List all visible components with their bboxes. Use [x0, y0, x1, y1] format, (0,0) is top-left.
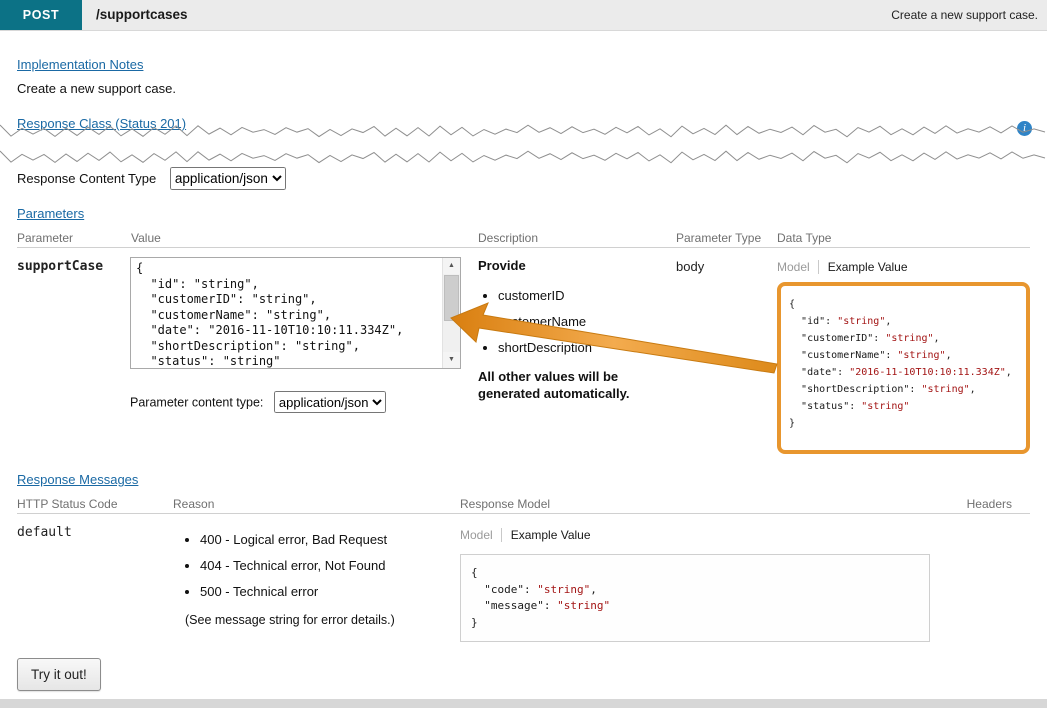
response-status-code: default: [17, 525, 72, 540]
example-value-snippet: { "id": "string", "customerID": "string"…: [777, 282, 1030, 454]
col-headers: Headers: [967, 497, 1012, 511]
parameter-body-textarea[interactable]: { "id": "string", "customerID": "string"…: [130, 257, 461, 369]
response-content-type-select[interactable]: application/json: [170, 167, 286, 190]
parameter-name: supportCase: [17, 259, 103, 274]
response-reason: 400 - Logical error, Bad Request 404 - T…: [185, 532, 395, 627]
operation-header[interactable]: POST /supportcases Create a new support …: [0, 0, 1047, 31]
response-content-type-row: Response Content Type application/json: [17, 167, 286, 190]
reason-note: (See message string for error details.): [185, 613, 395, 627]
operation-summary: Create a new support case.: [891, 0, 1038, 30]
error-list: 400 - Logical error, Bad Request 404 - T…: [185, 532, 395, 599]
response-example-snippet: { "code": "string", "message": "string"}: [460, 554, 930, 642]
list-item: shortDescription: [498, 340, 670, 355]
data-type-tabs: Model Example Value: [777, 260, 908, 274]
http-method-badge: POST: [0, 0, 82, 30]
scrollbar-thumb[interactable]: [444, 275, 459, 321]
info-icon[interactable]: i: [1017, 121, 1032, 136]
required-fields-list: customerID customerName shortDescription: [478, 288, 670, 355]
bottom-edge-strip: [0, 699, 1047, 708]
try-it-out-button[interactable]: Try it out!: [17, 658, 101, 691]
list-item: 404 - Technical error, Not Found: [200, 558, 395, 573]
tab-example-value[interactable]: Example Value: [818, 260, 908, 274]
col-reason: Reason: [173, 497, 214, 511]
response-messages-heading: Response Messages: [17, 472, 138, 487]
response-content-type-label: Response Content Type: [17, 171, 156, 186]
col-http-status-code: HTTP Status Code: [17, 497, 118, 511]
col-parameter: Parameter: [17, 231, 73, 245]
parameter-content-type-label: Parameter content type:: [130, 396, 263, 410]
tab-model[interactable]: Model: [777, 260, 810, 274]
tab-example-value[interactable]: Example Value: [501, 528, 591, 542]
implementation-notes-heading: Implementation Notes: [17, 57, 143, 72]
parameter-type-value: body: [676, 259, 704, 274]
parameter-content-type-select[interactable]: application/json: [274, 391, 386, 413]
endpoint-path[interactable]: /supportcases: [96, 0, 188, 30]
col-data-type: Data Type: [777, 231, 831, 245]
response-model-tabs: Model Example Value: [460, 528, 591, 542]
col-value: Value: [131, 231, 161, 245]
col-response-model: Response Model: [460, 497, 550, 511]
list-item: customerID: [498, 288, 670, 303]
description-note: All other values will be generated autom…: [478, 368, 648, 402]
list-item: 500 - Technical error: [200, 584, 395, 599]
response-table-header: HTTP Status Code Reason Response Model H…: [17, 497, 1030, 514]
col-parameter-type: Parameter Type: [676, 231, 761, 245]
parameter-description: Provide customerID customerName shortDes…: [478, 258, 670, 402]
response-class-heading: Response Class (Status 201): [17, 116, 186, 131]
parameters-heading: Parameters: [17, 206, 84, 221]
implementation-notes-text: Create a new support case.: [17, 81, 176, 96]
list-item: customerName: [498, 314, 670, 329]
parameter-value-editor: { "id": "string", "customerID": "string"…: [130, 257, 461, 369]
description-intro: Provide: [478, 258, 670, 273]
parameter-content-type-row: Parameter content type: application/json: [130, 391, 386, 413]
parameters-table-header: Parameter Value Description Parameter Ty…: [17, 231, 1030, 248]
col-description: Description: [478, 231, 538, 245]
tab-model[interactable]: Model: [460, 528, 493, 542]
textarea-scrollbar[interactable]: ▲ ▼: [442, 258, 460, 368]
swagger-operation-panel: POST /supportcases Create a new support …: [0, 0, 1047, 708]
scrollbar-up-button[interactable]: ▲: [443, 258, 460, 274]
scrollbar-down-button[interactable]: ▼: [443, 352, 460, 368]
list-item: 400 - Logical error, Bad Request: [200, 532, 395, 547]
